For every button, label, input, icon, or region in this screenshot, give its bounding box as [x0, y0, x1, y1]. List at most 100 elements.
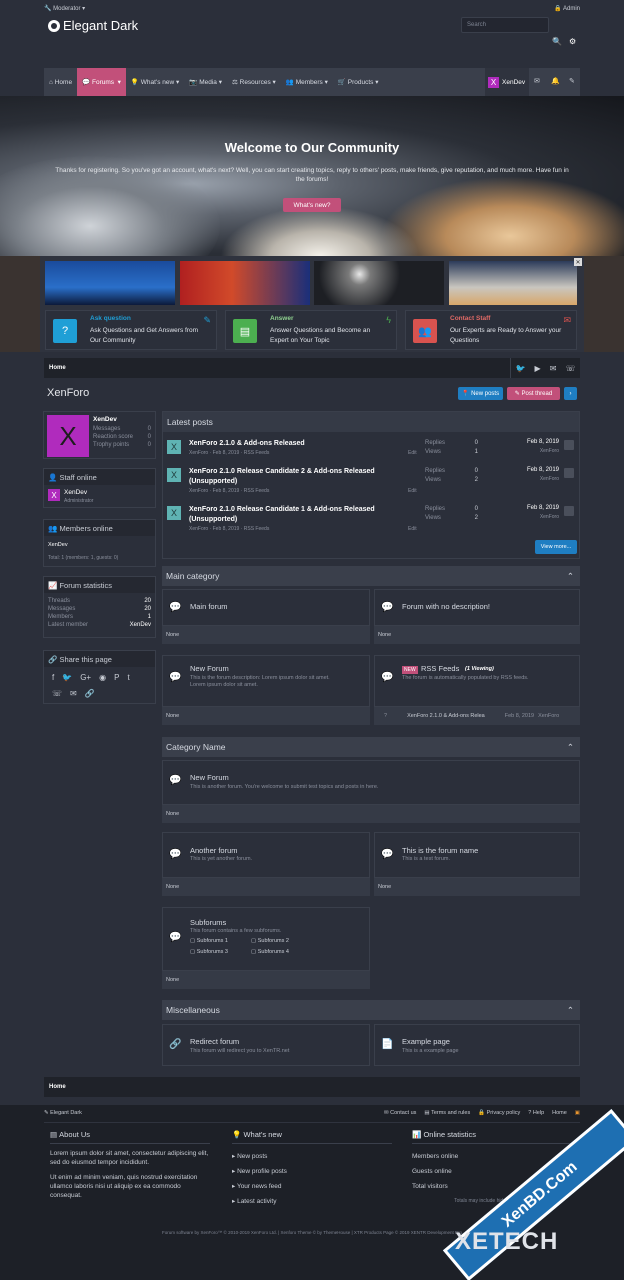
post-author[interactable]: XenForo — [540, 448, 559, 454]
new-posts-button[interactable]: 📍 New posts — [458, 387, 503, 400]
forum-redirect[interactable]: 🔗 Redirect forum This forum will redirec… — [162, 1024, 370, 1066]
forum-title[interactable]: Main forum — [190, 602, 228, 611]
staff-name[interactable]: XenDev — [64, 489, 87, 496]
link-icon[interactable]: 🔗 — [85, 689, 95, 698]
forum-new-forum[interactable]: 💬 New Forum This is the forum descriptio… — [162, 655, 370, 707]
forum-title[interactable]: Example page — [402, 1037, 450, 1046]
pinterest-icon[interactable]: P — [114, 673, 119, 682]
card-contact-staff[interactable]: 👥 Contact Staff Our Experts are Ready to… — [405, 310, 577, 350]
forum-no-description[interactable]: 💬 Forum with no description! — [374, 589, 580, 626]
collapse-icon[interactable]: ⌃ — [567, 1005, 574, 1016]
forum-new-forum-2[interactable]: 💬 New Forum This is another forum. You'r… — [162, 760, 580, 805]
card-ask-question[interactable]: ? Ask question Ask Questions and Get Ans… — [45, 310, 217, 350]
online-member[interactable]: XenDev — [48, 542, 68, 548]
post-last-avatar[interactable] — [564, 468, 574, 478]
search-input[interactable]: Search — [461, 17, 549, 33]
forum-title[interactable]: Subforums — [190, 918, 226, 927]
forum-title[interactable]: This is the forum name — [402, 846, 478, 855]
slider-thumb-2[interactable] — [180, 261, 310, 305]
user-menu[interactable]: X XenDev — [485, 68, 529, 96]
footer-link-news-feed[interactable]: ▸ Your news feed — [232, 1179, 392, 1194]
post-edit[interactable]: Edit — [408, 488, 417, 494]
chevron-right-icon[interactable]: › — [564, 387, 577, 400]
last-post-title[interactable]: XenForo 2.1.0 & Add-ons Relea — [407, 713, 485, 719]
forum-title[interactable]: Another forum — [190, 846, 238, 855]
forum-title[interactable]: New Forum — [190, 773, 229, 782]
staff-avatar[interactable]: X — [48, 489, 60, 501]
post-edit[interactable]: Edit — [408, 450, 417, 456]
subforum-link-2[interactable]: ▢ Subforums 2 — [251, 938, 289, 944]
profile-avatar[interactable]: X — [47, 415, 89, 457]
forum-rss-feeds[interactable]: 💬 NEW RSS Feeds (1 Viewing) The forum is… — [374, 655, 580, 707]
twitter-icon[interactable]: 🐦 — [62, 673, 72, 682]
nav-members[interactable]: 👥 Members ▾ — [281, 68, 333, 96]
footer-link-latest-activity[interactable]: ▸ Latest activity — [232, 1194, 392, 1209]
whatsapp-icon[interactable]: ☏ — [52, 689, 62, 698]
terms-link[interactable]: ▤ Terms and rules — [424, 1110, 470, 1116]
contact-us-link[interactable]: ✉ Contact us — [384, 1110, 416, 1116]
forum-main-forum[interactable]: 💬 Main forum — [162, 589, 370, 626]
subforum-link-4[interactable]: ▢ Subforums 4 — [251, 949, 289, 955]
forum-title[interactable]: Redirect forum — [190, 1037, 239, 1046]
nav-resources[interactable]: ⚖ Resources ▾ — [227, 68, 281, 96]
admin-link[interactable]: 🔒 Admin — [554, 5, 580, 12]
forum-subforums[interactable]: 💬 Subforums This forum contains a few su… — [162, 907, 370, 971]
collapse-icon[interactable]: ⌃ — [567, 571, 574, 582]
profile-name[interactable]: XenDev — [93, 416, 117, 423]
slider-thumb-1[interactable] — [45, 261, 175, 305]
whats-new-button[interactable]: What's new? — [283, 198, 341, 212]
post-last-avatar[interactable] — [564, 440, 574, 450]
post-title[interactable]: XenForo 2.1.0 & Add-ons Released — [189, 439, 399, 449]
footer-brand[interactable]: ✎ Elegant Dark — [44, 1110, 82, 1116]
post-author[interactable]: XenForo — [540, 514, 559, 520]
post-last-avatar[interactable] — [564, 506, 574, 516]
moderator-link[interactable]: 🔧 Moderator ▾ — [44, 5, 85, 12]
close-icon[interactable]: ✕ — [574, 258, 582, 266]
privacy-link[interactable]: 🔒 Privacy policy — [478, 1110, 520, 1116]
slider-thumb-4[interactable] — [449, 261, 577, 305]
site-logo[interactable]: Elegant Dark — [48, 18, 138, 33]
phone-icon[interactable]: ☏ — [565, 364, 575, 373]
subforum-link-1[interactable]: ▢ Subforums 1 — [190, 938, 228, 944]
search-icon[interactable]: 🔍 — [552, 37, 562, 46]
rss-icon[interactable]: ▣ — [575, 1110, 580, 1116]
nav-products[interactable]: 🛒 Products ▾ — [333, 68, 384, 96]
miscellaneous-header[interactable]: Miscellaneous ⌃ — [162, 1000, 580, 1020]
mail-icon[interactable]: ✉ — [70, 689, 77, 698]
forum-test-forum[interactable]: 💬 This is the forum name This is a test … — [374, 832, 580, 878]
nav-forums[interactable]: 💬 Forums ▾ — [77, 68, 126, 96]
forum-title[interactable]: Forum with no description! — [402, 602, 490, 611]
breadcrumb-home[interactable]: Home — [44, 1084, 66, 1090]
footer-link-new-posts[interactable]: ▸ New posts — [232, 1149, 392, 1164]
forum-example-page[interactable]: 📄 Example page This is a example page — [374, 1024, 580, 1066]
post-author[interactable]: XenForo — [540, 476, 559, 482]
home-link[interactable]: Home — [552, 1110, 567, 1116]
bell-icon[interactable]: 🔔 — [551, 77, 560, 85]
slider-thumb-3[interactable] — [314, 261, 444, 305]
view-more-button[interactable]: View more... — [535, 540, 577, 554]
footer-link-new-profile-posts[interactable]: ▸ New profile posts — [232, 1164, 392, 1179]
edit-icon[interactable]: ✎ — [569, 77, 575, 85]
google-plus-icon[interactable]: G+ — [80, 673, 91, 682]
subforum-link-3[interactable]: ▢ Subforums 3 — [190, 949, 228, 955]
twitter-icon[interactable]: 🐦 — [516, 364, 526, 373]
mail-icon[interactable]: ✉ — [550, 364, 557, 373]
post-edit[interactable]: Edit — [408, 526, 417, 532]
last-post-author[interactable]: XenForo — [538, 713, 559, 719]
tumblr-icon[interactable]: t — [127, 673, 129, 682]
help-link[interactable]: ? Help — [528, 1110, 544, 1116]
post-item[interactable]: X XenForo 2.1.0 Release Candidate 2 & Ad… — [163, 464, 579, 502]
card-answer[interactable]: ▤ Answer Answer Questions and Become an … — [225, 310, 397, 350]
facebook-icon[interactable]: f — [52, 673, 54, 682]
gear-icon[interactable]: ⚙ — [569, 37, 576, 46]
nav-home[interactable]: ⌂ Home — [44, 68, 77, 96]
post-item[interactable]: X XenForo 2.1.0 Release Candidate 1 & Ad… — [163, 502, 579, 540]
collapse-icon[interactable]: ⌃ — [567, 742, 574, 753]
forum-another-forum[interactable]: 💬 Another forum This is yet another foru… — [162, 832, 370, 878]
nav-whats-new[interactable]: 💡 What's new ▾ — [126, 68, 184, 96]
main-category-header[interactable]: Main category ⌃ — [162, 566, 580, 586]
post-title[interactable]: XenForo 2.1.0 Release Candidate 2 & Add-… — [189, 467, 399, 487]
post-thread-button[interactable]: ✎ Post thread — [507, 387, 560, 400]
inbox-icon[interactable]: ✉ — [534, 77, 540, 85]
breadcrumb-home[interactable]: Home — [44, 365, 66, 371]
